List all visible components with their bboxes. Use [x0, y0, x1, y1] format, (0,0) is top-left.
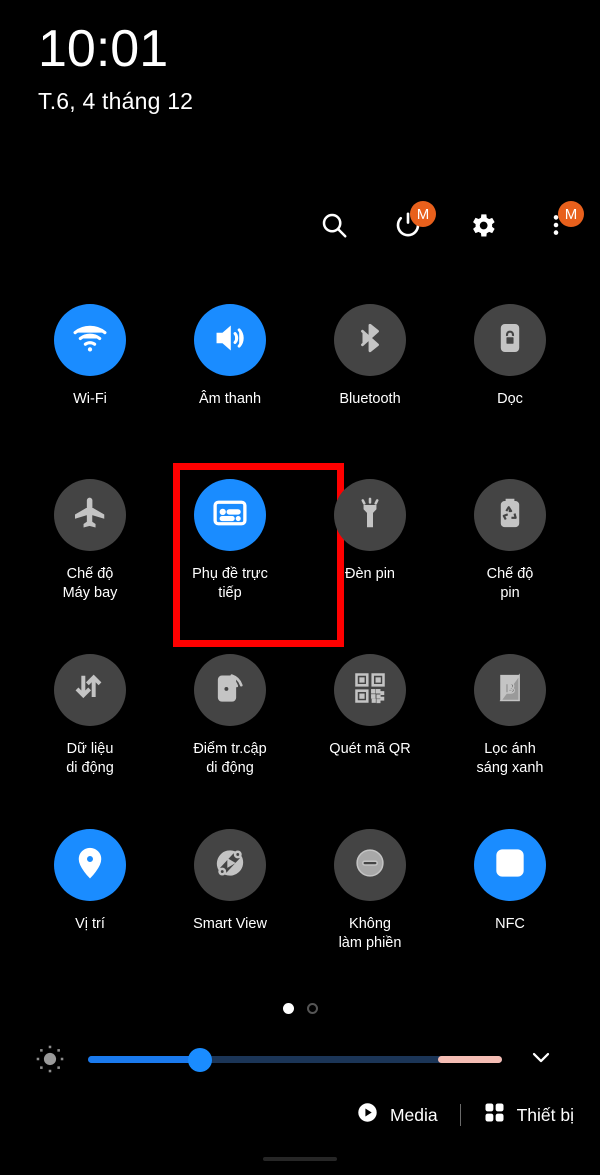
devices-label: Thiết bị — [516, 1104, 574, 1125]
media-button[interactable]: Media — [356, 1101, 438, 1129]
power-badge: M — [410, 201, 436, 227]
brightness-slider[interactable] — [88, 1037, 502, 1081]
tile-label: Vị trí — [75, 916, 105, 932]
slider-warm-segment — [437, 1056, 502, 1063]
tile-smart-view[interactable]: Smart View — [160, 817, 300, 992]
tile-flashlight[interactable]: Đèn pin — [300, 467, 440, 642]
quick-settings-grid: Wi-Fi Âm thanh Bluetooth Dọc Chế độ Máy … — [0, 292, 600, 992]
flashlight-icon — [352, 495, 388, 536]
clock-time: 10:01 — [38, 20, 169, 78]
tile-label: NFC — [495, 916, 525, 932]
grid-squares-icon — [483, 1101, 506, 1129]
tile-icon-bg — [474, 479, 546, 551]
tile-sound[interactable]: Âm thanh — [160, 292, 300, 467]
slider-thumb[interactable] — [187, 1048, 212, 1072]
rotation-lock-icon — [493, 321, 527, 360]
qr-code-icon — [352, 670, 388, 711]
tile-icon-bg — [194, 304, 266, 376]
search-icon — [319, 210, 349, 240]
mobile-data-icon — [72, 670, 108, 711]
home-indicator[interactable] — [263, 1157, 337, 1161]
devices-button[interactable]: Thiết bị — [483, 1101, 574, 1129]
sound-icon — [211, 319, 249, 362]
tile-label: Lọc ánh sáng xanh — [476, 741, 544, 776]
tile-label: Đèn pin — [345, 566, 395, 582]
bluetooth-icon — [352, 320, 388, 361]
tile-icon-bg — [474, 829, 546, 901]
tile-label: Chế độ Máy bay — [62, 566, 118, 601]
brightness-icon — [28, 1037, 72, 1081]
battery-saver-icon — [493, 496, 527, 535]
overflow-badge: M — [558, 201, 584, 227]
page-dot-2[interactable] — [306, 1003, 318, 1014]
location-pin-icon — [72, 845, 108, 886]
search-button[interactable] — [312, 203, 356, 247]
media-label: Media — [389, 1104, 438, 1125]
wifi-icon — [71, 319, 109, 362]
svg-text:B: B — [505, 681, 515, 696]
bottom-bar: Media Thiết bị — [0, 1092, 600, 1138]
tile-label: Quét mã QR — [329, 741, 411, 757]
tile-label: Wi-Fi — [73, 391, 107, 407]
brightness-row — [0, 1035, 600, 1083]
tile-mobile-data[interactable]: Dữ liệu di động — [20, 642, 160, 817]
power-button[interactable]: M — [386, 201, 436, 247]
tile-icon-bg — [334, 829, 406, 901]
header-icon-row: M M — [312, 201, 584, 247]
bottom-bar-divider — [459, 1104, 461, 1126]
tile-icon-bg — [54, 304, 126, 376]
clock-date: T.6, 4 tháng 12 — [38, 88, 194, 114]
tile-label: Dọc — [497, 391, 523, 407]
tile-battery-saver[interactable]: Chế độ pin — [440, 467, 580, 642]
settings-button[interactable] — [460, 203, 504, 247]
tile-mobile-hotspot[interactable]: Điểm tr.cập di động — [160, 642, 300, 817]
tile-qr-scanner[interactable]: Quét mã QR — [300, 642, 440, 817]
clock-block: 10:01 T.6, 4 tháng 12 — [38, 18, 193, 116]
tile-icon-bg — [194, 654, 266, 726]
hotspot-icon — [212, 670, 248, 711]
tile-label: Không làm phiền — [338, 916, 402, 951]
tile-label: Phụ đề trực tiếp — [192, 566, 268, 601]
tile-nfc[interactable]: NFC — [440, 817, 580, 992]
tile-label: Bluetooth — [339, 391, 401, 407]
tile-label: Chế độ pin — [486, 566, 534, 601]
tile-label: Điểm tr.cập di động — [193, 741, 267, 776]
tile-icon-bg — [334, 479, 406, 551]
tile-blue-light-filter[interactable]: B Lọc ánh sáng xanh — [440, 642, 580, 817]
tile-icon-bg — [334, 654, 406, 726]
tile-icon-bg — [54, 829, 126, 901]
tile-icon-bg — [194, 479, 266, 551]
page-dot-1[interactable] — [282, 1003, 294, 1014]
expand-quick-settings-button[interactable] — [518, 1036, 564, 1082]
live-caption-icon — [211, 494, 249, 537]
tile-rotation-lock[interactable]: Dọc — [440, 292, 580, 467]
chevron-down-icon — [527, 1043, 555, 1076]
tile-location[interactable]: Vị trí — [20, 817, 160, 992]
tile-icon-bg — [54, 654, 126, 726]
tile-do-not-disturb[interactable]: Không làm phiền — [300, 817, 440, 992]
tile-icon-bg — [474, 304, 546, 376]
tile-icon-bg — [334, 304, 406, 376]
page-indicator — [0, 1003, 600, 1014]
tile-icon-bg — [194, 829, 266, 901]
nfc-icon — [493, 846, 527, 885]
overflow-menu-button[interactable]: M — [534, 201, 584, 247]
gear-icon — [467, 210, 498, 241]
airplane-icon — [72, 495, 108, 536]
blue-light-filter-icon: B — [493, 671, 527, 710]
tile-label: Smart View — [193, 916, 267, 932]
play-circle-icon — [356, 1101, 379, 1129]
do-not-disturb-icon — [352, 845, 388, 886]
tile-bluetooth[interactable]: Bluetooth — [300, 292, 440, 467]
tile-label: Dữ liệu di động — [66, 741, 114, 776]
tile-label: Âm thanh — [198, 391, 262, 407]
slider-fill — [88, 1056, 200, 1063]
tile-airplane-mode[interactable]: Chế độ Máy bay — [20, 467, 160, 642]
tile-live-caption[interactable]: Phụ đề trực tiếp — [160, 463, 344, 647]
smart-view-icon — [211, 844, 249, 887]
tile-icon-bg: B — [474, 654, 546, 726]
tile-wifi[interactable]: Wi-Fi — [20, 292, 160, 467]
tile-icon-bg — [54, 479, 126, 551]
